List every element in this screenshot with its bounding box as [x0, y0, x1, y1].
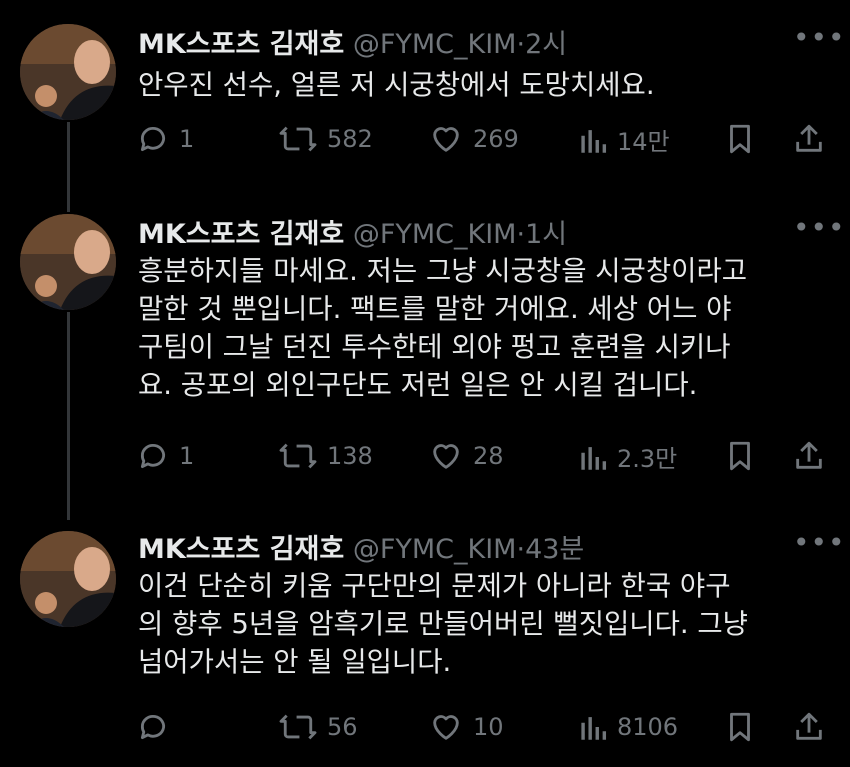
author-handle[interactable]: @FYMC_KIM [353, 534, 517, 565]
retweet-count: 138 [327, 442, 373, 470]
tweet-header: MK스포츠 김재호 @FYMC_KIM·43분 [138, 527, 584, 566]
reply-button[interactable] [136, 710, 179, 744]
tweet-time[interactable]: 2시 [525, 29, 567, 60]
bookmark-icon [730, 441, 750, 471]
views-button[interactable]: 2.3만 [578, 439, 677, 474]
like-count: 269 [473, 125, 519, 153]
tweet[interactable]: MK스포츠 김재호 @FYMC_KIM·43분 ••• 이건 단순히 키움 구단… [0, 507, 850, 767]
avatar[interactable] [20, 214, 116, 310]
share-button[interactable] [792, 439, 826, 473]
share-icon [796, 124, 822, 152]
tweet-text: 안우진 선수, 얼른 저 시궁창에서 도망치세요. [138, 66, 828, 104]
avatar[interactable] [20, 531, 116, 627]
action-bar: 1 582 269 14만 [0, 122, 850, 156]
separator-dot: · [516, 29, 526, 60]
reply-icon [140, 127, 165, 152]
share-icon [796, 441, 822, 469]
retweet-icon [279, 714, 317, 740]
views-count: 14만 [617, 128, 670, 156]
retweet-button[interactable]: 138 [278, 439, 373, 473]
tweet-time[interactable]: 1시 [525, 219, 567, 250]
reply-count: 1 [179, 125, 195, 153]
tweet-text-line: 넘어가서는 안 될 일입니다. [138, 646, 452, 678]
like-button[interactable]: 28 [428, 439, 504, 473]
author-handle[interactable]: @FYMC_KIM [353, 29, 517, 60]
tweet-text-line: 흥분하지들 마세요. 저는 그냥 시궁창을 시궁창이라고 [138, 255, 748, 287]
like-button[interactable]: 10 [428, 710, 504, 744]
reply-icon [140, 715, 165, 740]
reply-icon [140, 444, 165, 469]
bookmark-icon [730, 124, 750, 154]
bookmark-button[interactable] [726, 122, 754, 156]
tweet[interactable]: MK스포츠 김재호 @FYMC_KIM·2시 ••• 안우진 선수, 얼른 저 … [0, 0, 850, 200]
views-icon [581, 717, 607, 740]
reply-button[interactable]: 1 [136, 122, 194, 156]
tweet-header: MK스포츠 김재호 @FYMC_KIM·1시 [138, 212, 567, 251]
bookmark-icon [730, 712, 750, 742]
like-icon [433, 127, 459, 152]
like-icon [433, 715, 459, 740]
retweet-icon [279, 443, 317, 469]
tweet-text-line: 이건 단순히 키움 구단만의 문제가 아니라 한국 야구 [138, 570, 731, 602]
tweet-text-line: 안우진 선수, 얼른 저 시궁창에서 도망치세요. [138, 69, 655, 101]
tweet-header: MK스포츠 김재호 @FYMC_KIM·2시 [138, 22, 567, 61]
tweet-text-line: 의 향후 5년을 암흑기로 만들어버린 뻘짓입니다. 그냥 [138, 608, 748, 640]
views-count: 8106 [617, 713, 679, 741]
author-name[interactable]: MK스포츠 김재호 [138, 534, 344, 565]
share-button[interactable] [792, 710, 826, 744]
reply-count: 1 [179, 442, 195, 470]
views-button[interactable]: 14만 [578, 122, 670, 157]
like-count: 10 [473, 713, 504, 741]
like-icon [433, 444, 459, 469]
views-icon [581, 129, 607, 153]
retweet-icon [279, 126, 317, 152]
bookmark-button[interactable] [726, 710, 754, 744]
avatar-photo-icon [20, 24, 116, 120]
tweet-text-line: 요. 공포의 외인구단도 저런 일은 안 시킬 겁니다. [138, 369, 698, 401]
action-bar: 56 10 8106 [0, 710, 850, 744]
share-button[interactable] [792, 122, 826, 156]
tweet-text: 흥분하지들 마세요. 저는 그냥 시궁창을 시궁창이라고 말한 것 뿐입니다. … [138, 252, 828, 404]
author-name[interactable]: MK스포츠 김재호 [138, 29, 344, 60]
author-name[interactable]: MK스포츠 김재호 [138, 219, 344, 250]
tweet-text-line: 구팀이 그날 던진 투수한테 외야 펑고 훈련을 시키나 [138, 331, 731, 363]
more-icon[interactable]: ••• [793, 214, 846, 242]
tweet-text-line: 말한 것 뿐입니다. 팩트를 말한 거에요. 세상 어느 야 [138, 293, 732, 325]
author-handle[interactable]: @FYMC_KIM [353, 219, 517, 250]
tweet[interactable]: MK스포츠 김재호 @FYMC_KIM·1시 ••• 흥분하지들 마세요. 저는… [0, 190, 850, 510]
separator-dot: · [516, 219, 526, 250]
views-count: 2.3만 [617, 445, 678, 473]
avatar-photo-icon [20, 531, 116, 627]
retweet-count: 582 [327, 125, 373, 153]
bookmark-button[interactable] [726, 439, 754, 473]
more-icon[interactable]: ••• [793, 24, 846, 52]
share-icon [796, 712, 822, 740]
like-button[interactable]: 269 [428, 122, 519, 156]
views-button[interactable]: 8106 [578, 710, 678, 744]
reply-button[interactable]: 1 [136, 439, 194, 473]
like-count: 28 [473, 442, 504, 470]
views-icon [581, 446, 607, 470]
more-icon[interactable]: ••• [793, 529, 846, 557]
retweet-button[interactable]: 56 [278, 710, 358, 744]
avatar-photo-icon [20, 214, 116, 310]
retweet-count: 56 [327, 713, 358, 741]
avatar[interactable] [20, 24, 116, 120]
retweet-button[interactable]: 582 [278, 122, 373, 156]
separator-dot: · [516, 534, 526, 565]
action-bar: 1 138 28 2.3만 [0, 439, 850, 473]
tweet-text: 이건 단순히 키움 구단만의 문제가 아니라 한국 야구 의 향후 5년을 암흑… [138, 567, 828, 681]
tweet-time[interactable]: 43분 [525, 534, 584, 565]
